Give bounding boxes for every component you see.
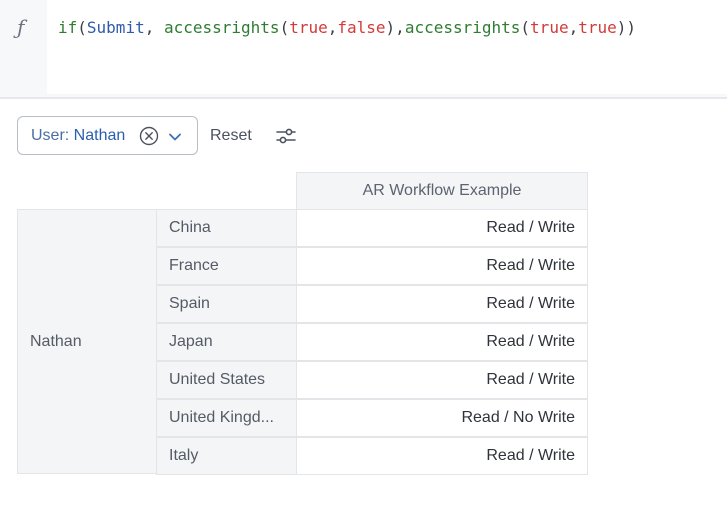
filter-key: User: <box>31 127 74 144</box>
column-header[interactable]: AR Workflow Example <box>296 172 588 210</box>
sliders-icon[interactable] <box>274 124 298 148</box>
access-value-cell[interactable]: Read / Write <box>296 437 588 475</box>
formula-token: accessrights <box>163 18 280 37</box>
formula-token: true <box>578 18 617 37</box>
user-filter-label: User: Nathan <box>31 127 125 145</box>
row-header-country[interactable]: France <box>156 247 297 285</box>
formula-token: if <box>58 18 78 37</box>
formula-token: ( <box>77 18 87 37</box>
chevron-down-icon[interactable] <box>168 130 182 144</box>
formula-bar: ƒ if(Submit, accessrights(true,false),ac… <box>0 0 727 99</box>
formula-token: false <box>337 18 386 37</box>
formula-token: , <box>568 18 579 37</box>
access-value-cell[interactable]: Read / Write <box>296 209 588 247</box>
formula-token: ( <box>520 18 531 37</box>
formula-token: ( <box>279 18 290 37</box>
access-value-cell[interactable]: Read / Write <box>296 285 588 323</box>
filter-value: Nathan <box>73 127 126 144</box>
access-value-cell[interactable]: Read / Write <box>296 247 588 285</box>
access-value-cell[interactable]: Read / Write <box>296 323 588 361</box>
row-header-user[interactable]: Nathan <box>17 209 157 474</box>
formula-token: true <box>289 18 328 37</box>
row-header-country[interactable]: United States <box>156 361 297 399</box>
access-value-cell[interactable]: Read / Write <box>296 361 588 399</box>
formula-token: , <box>327 18 338 37</box>
reset-button[interactable]: Reset <box>210 127 252 145</box>
row-header-country[interactable]: Spain <box>156 285 297 323</box>
access-value-cell[interactable]: Read / No Write <box>296 399 588 437</box>
formula-token: Submit <box>86 18 145 37</box>
formula-token: accessrights <box>404 18 521 37</box>
formula-token: ), <box>385 18 405 37</box>
formula-editor[interactable]: if(Submit, accessrights(true,false),acce… <box>47 0 727 94</box>
pivot-table: AR Workflow Example Nathan China Read / W… <box>17 172 588 475</box>
formula-token: )) <box>616 18 637 37</box>
clear-circle-icon[interactable] <box>139 126 159 146</box>
row-header-country[interactable]: Japan <box>156 323 297 361</box>
function-icon: ƒ <box>17 15 25 39</box>
row-header-country[interactable]: China <box>156 209 297 247</box>
user-filter-chip[interactable]: User: Nathan <box>17 116 198 155</box>
formula-token: , <box>144 18 164 37</box>
row-header-country[interactable]: United Kingd... <box>156 399 297 437</box>
row-header-country[interactable]: Italy <box>156 437 297 475</box>
formula-token: true <box>530 18 569 37</box>
